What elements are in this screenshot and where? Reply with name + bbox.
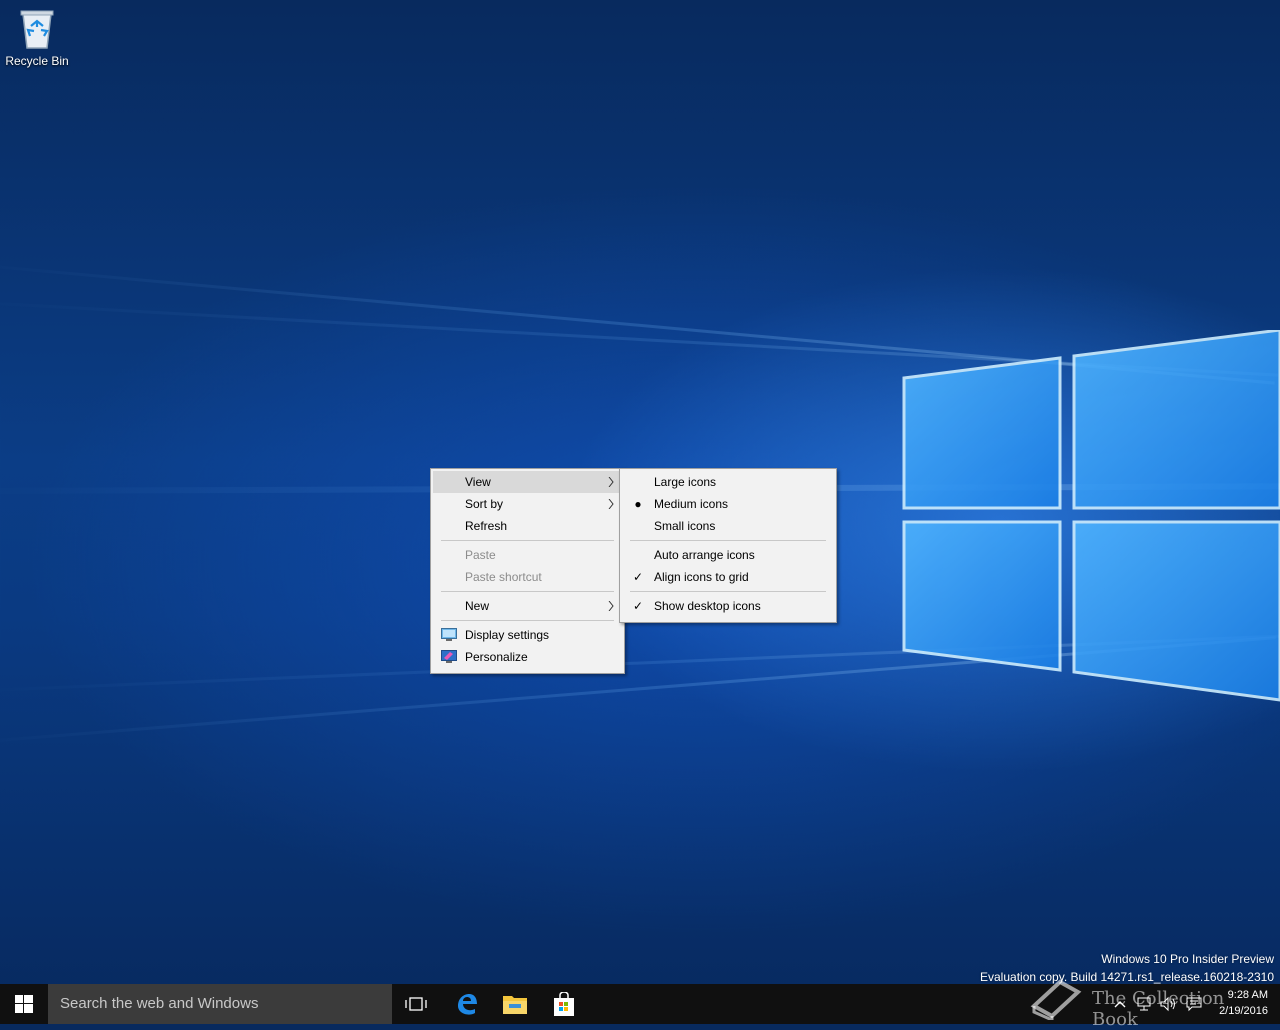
chevron-up-icon[interactable] xyxy=(1112,996,1128,1012)
menu-item-sort-by[interactable]: Sort by xyxy=(433,493,622,515)
clock-date: 2/19/2016 xyxy=(1219,1005,1268,1017)
submenu-item-medium-icons[interactable]: ● Medium icons xyxy=(622,493,834,515)
recycle-bin-icon xyxy=(20,10,54,49)
submenu-item-auto-arrange[interactable]: Auto arrange icons xyxy=(622,544,834,566)
menu-separator xyxy=(630,540,826,541)
watermark-edition: Windows 10 Pro Insider Preview xyxy=(1101,952,1274,966)
build-watermark: Windows 10 Pro Insider Preview Evaluatio… xyxy=(980,950,1274,986)
chevron-right-icon xyxy=(608,499,614,509)
checkmark-icon: ✓ xyxy=(632,599,644,613)
recycle-bin-label: Recycle Bin xyxy=(5,54,69,68)
submenu-item-small-icons[interactable]: Small icons xyxy=(622,515,834,537)
display-settings-icon xyxy=(441,628,457,641)
windows-start-icon xyxy=(15,995,33,1013)
submenu-item-show-desktop-icons[interactable]: ✓ Show desktop icons xyxy=(622,595,834,617)
submenu-item-label: Show desktop icons xyxy=(654,599,761,613)
windows-logo-wallpaper xyxy=(902,330,1280,702)
clock-time: 9:28 AM xyxy=(1227,989,1268,1001)
menu-item-label: Refresh xyxy=(465,519,508,533)
submenu-item-align-to-grid[interactable]: ✓ Align icons to grid xyxy=(622,566,834,588)
submenu-item-large-icons[interactable]: Large icons xyxy=(622,471,834,493)
radio-dot-icon: ● xyxy=(634,497,642,511)
menu-item-label: Paste shortcut xyxy=(465,570,542,584)
submenu-item-label: Small icons xyxy=(654,519,716,533)
submenu-item-label: Auto arrange icons xyxy=(654,548,755,562)
menu-separator xyxy=(441,620,614,621)
view-submenu: Large icons ● Medium icons Small icons A… xyxy=(619,468,837,623)
desktop-context-menu: View Sort by Refresh Paste Paste shortcu… xyxy=(430,468,625,674)
menu-item-refresh[interactable]: Refresh xyxy=(433,515,622,537)
menu-item-personalize[interactable]: Personalize xyxy=(433,646,622,668)
taskbar: Search the web and Windows 9:28 AM 2/19/… xyxy=(0,984,1280,1024)
file-explorer-taskbar-button[interactable] xyxy=(491,984,539,1024)
edge-taskbar-button[interactable] xyxy=(443,984,491,1024)
store-taskbar-button[interactable] xyxy=(540,984,588,1024)
store-bag-icon xyxy=(554,992,574,1016)
task-view-button[interactable] xyxy=(392,984,440,1024)
menu-item-label: Display settings xyxy=(465,628,550,642)
menu-item-view[interactable]: View xyxy=(433,471,622,493)
volume-icon[interactable] xyxy=(1160,996,1176,1012)
network-icon[interactable] xyxy=(1136,996,1152,1012)
menu-item-display-settings[interactable]: Display settings xyxy=(433,624,622,646)
personalize-icon xyxy=(441,650,457,663)
chevron-right-icon xyxy=(608,477,614,487)
menu-item-label: Paste xyxy=(465,548,496,562)
submenu-item-label: Align icons to grid xyxy=(654,570,749,584)
menu-separator xyxy=(630,591,826,592)
chevron-right-icon xyxy=(608,601,614,611)
search-box[interactable]: Search the web and Windows xyxy=(48,984,392,1024)
menu-separator xyxy=(441,540,614,541)
folder-icon xyxy=(503,996,527,1014)
checkmark-icon: ✓ xyxy=(632,570,644,584)
menu-item-paste-shortcut[interactable]: Paste shortcut xyxy=(433,566,622,588)
submenu-item-label: Medium icons xyxy=(654,497,729,511)
menu-item-label: Sort by xyxy=(465,497,504,511)
menu-separator xyxy=(441,591,614,592)
recycle-bin-shortcut[interactable]: Recycle Bin xyxy=(2,6,72,68)
start-button[interactable] xyxy=(0,984,48,1024)
edge-browser-icon xyxy=(458,994,477,1015)
menu-item-label: View xyxy=(465,475,491,489)
task-view-icon xyxy=(405,997,427,1011)
menu-item-paste[interactable]: Paste xyxy=(433,544,622,566)
system-clock[interactable]: 9:28 AM 2/19/2016 xyxy=(1219,987,1268,1019)
menu-item-label: Personalize xyxy=(465,650,528,664)
menu-item-label: New xyxy=(465,599,490,613)
action-center-icon[interactable] xyxy=(1186,996,1202,1012)
menu-item-new[interactable]: New xyxy=(433,595,622,617)
submenu-item-label: Large icons xyxy=(654,475,717,489)
